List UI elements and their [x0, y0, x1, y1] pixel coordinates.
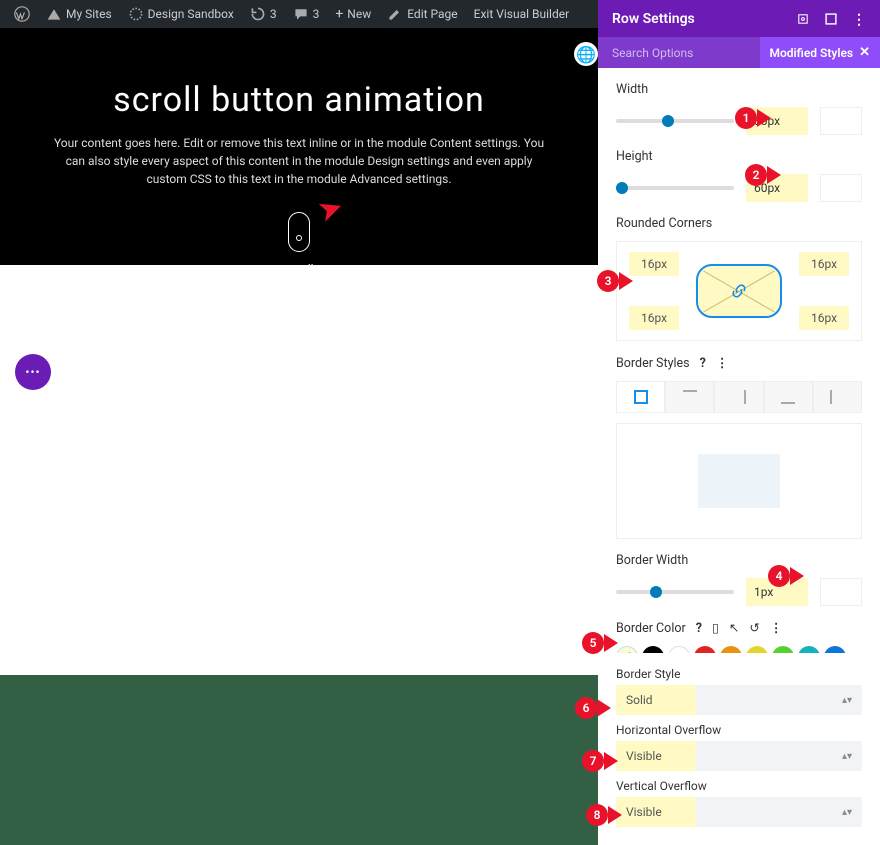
hero-title[interactable]: scroll button animation	[45, 80, 553, 120]
color-swatch[interactable]	[720, 646, 742, 653]
revisions[interactable]: 3	[242, 0, 285, 28]
border-style-label: Border Style	[616, 667, 862, 681]
height-label: Height	[616, 149, 862, 164]
border-style-select[interactable]: Solid▴▾	[616, 685, 862, 715]
border-right[interactable]	[714, 381, 763, 413]
search-icon[interactable]	[796, 12, 810, 26]
h-overflow-select[interactable]: Visible▴▾	[616, 741, 862, 771]
green-section	[0, 675, 598, 845]
search-options-tab[interactable]: Search Options	[598, 46, 707, 60]
color-swatch[interactable]	[694, 646, 716, 653]
rounded-corners-control[interactable]: 16px 16px 16px 16px	[616, 241, 862, 341]
color-swatch[interactable]	[772, 646, 794, 653]
border-width-label: Border Width	[616, 553, 862, 568]
border-top[interactable]	[665, 381, 714, 413]
color-picker[interactable]	[616, 646, 638, 653]
panel-title: Row Settings	[612, 11, 695, 27]
help-icon[interactable]: ?	[696, 621, 702, 636]
edit-page[interactable]: Edit Page	[379, 0, 465, 28]
panel-header: Row Settings ⋮	[598, 0, 880, 37]
hero-section: 🌐 scroll button animation Your content g…	[0, 28, 598, 265]
fab-button[interactable]: •••	[15, 354, 51, 390]
more-icon[interactable]: ⋮	[852, 12, 866, 26]
border-all[interactable]	[616, 381, 665, 413]
comments[interactable]: 3	[285, 0, 328, 28]
color-swatch[interactable]	[798, 646, 820, 653]
color-swatch[interactable]	[642, 646, 664, 653]
link-icon[interactable]	[731, 283, 747, 299]
h-overflow-label: Horizontal Overflow	[616, 723, 862, 737]
border-preview	[616, 423, 862, 539]
corner-tl[interactable]: 16px	[629, 252, 679, 276]
color-swatch[interactable]	[746, 646, 768, 653]
border-style-selector[interactable]	[616, 381, 862, 413]
scroll-mouse-icon[interactable]	[288, 212, 310, 252]
hero-desc[interactable]: Your content goes here. Edit or remove t…	[45, 134, 553, 188]
border-color-label: Border Color ? ▯ ↖ ↺ ⋮	[616, 620, 862, 636]
device-icon[interactable]: ▯	[712, 620, 719, 636]
border-styles-label: Border Styles ? ⋮	[616, 355, 862, 371]
corner-bl[interactable]: 16px	[629, 306, 679, 330]
my-sites[interactable]: My Sites	[38, 0, 120, 28]
v-overflow-label: Vertical Overflow	[616, 779, 862, 793]
color-swatch[interactable]	[824, 646, 846, 653]
border-bottom[interactable]	[764, 381, 813, 413]
close-icon[interactable]: ✕	[859, 45, 870, 60]
row-settings-panel: Row Settings ⋮ Search Options Modified S…	[598, 0, 880, 845]
width-slider[interactable]	[616, 107, 862, 135]
rounded-label: Rounded Corners	[616, 216, 862, 231]
v-overflow-select[interactable]: Visible▴▾	[616, 797, 862, 827]
border-width-unit[interactable]	[820, 578, 862, 606]
help-icon[interactable]: ?	[700, 356, 706, 371]
color-swatches	[616, 646, 862, 653]
modified-styles-tab[interactable]: Modified Styles✕	[760, 37, 880, 68]
scroll-label: scroll	[45, 262, 553, 276]
border-width-input[interactable]	[746, 578, 808, 606]
height-input[interactable]	[746, 174, 808, 202]
panel-lower: Border Style Solid▴▾ Horizontal Overflow…	[598, 653, 880, 845]
border-left[interactable]	[813, 381, 862, 413]
border-width-slider[interactable]	[616, 578, 862, 606]
page-canvas: 🌐 scroll button animation Your content g…	[0, 28, 598, 845]
reset-icon[interactable]: ↺	[749, 620, 759, 636]
corner-br[interactable]: 16px	[799, 306, 849, 330]
new-content[interactable]: +New	[327, 0, 379, 28]
panel-body: Width Height Rounded Corners 16px 16px 1…	[598, 68, 880, 653]
more-icon[interactable]: ⋮	[716, 355, 729, 371]
color-swatch[interactable]	[668, 646, 690, 653]
more-icon[interactable]: ⋮	[770, 620, 783, 636]
hover-icon[interactable]: ↖	[729, 620, 739, 636]
wp-logo[interactable]	[6, 0, 38, 28]
width-input[interactable]	[746, 107, 808, 135]
width-unit[interactable]	[820, 107, 862, 135]
expand-icon[interactable]	[824, 12, 838, 26]
exit-visual-builder[interactable]: Exit Visual Builder	[466, 0, 578, 28]
height-unit[interactable]	[820, 174, 862, 202]
width-label: Width	[616, 82, 862, 97]
corner-tr[interactable]: 16px	[799, 252, 849, 276]
height-slider[interactable]	[616, 174, 862, 202]
site-name[interactable]: Design Sandbox	[120, 0, 242, 28]
globe-icon[interactable]: 🌐	[574, 42, 598, 66]
panel-tabs: Search Options Modified Styles✕	[598, 37, 880, 68]
